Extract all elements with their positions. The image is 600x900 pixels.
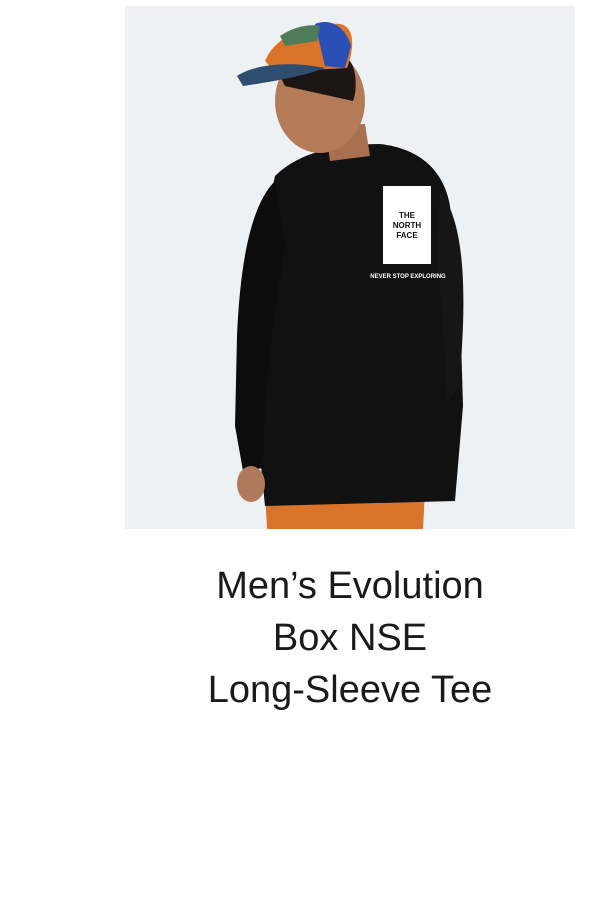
model-photo-illustration: THE NORTH FACE NEVER STOP EXPLORING [125, 6, 575, 529]
product-title[interactable]: Men’s Evolution Box NSE Long-Sleeve Tee [0, 560, 600, 716]
product-card[interactable]: THE NORTH FACE NEVER STOP EXPLORING Men’… [0, 0, 600, 900]
product-title-line-1: Men’s Evolution [216, 565, 484, 607]
product-title-line-3: Long-Sleeve Tee [207, 669, 493, 711]
product-image[interactable]: THE NORTH FACE NEVER STOP EXPLORING [125, 6, 575, 529]
logo-text-line-3: FACE [396, 231, 418, 240]
shirt-shape [253, 144, 463, 506]
product-title-line-2: Box NSE [272, 617, 428, 659]
logo-text-line-1: THE [399, 211, 416, 220]
logo-text-line-2: NORTH [393, 221, 422, 230]
hand [237, 466, 265, 502]
back-print-text: NEVER STOP EXPLORING [370, 274, 446, 280]
